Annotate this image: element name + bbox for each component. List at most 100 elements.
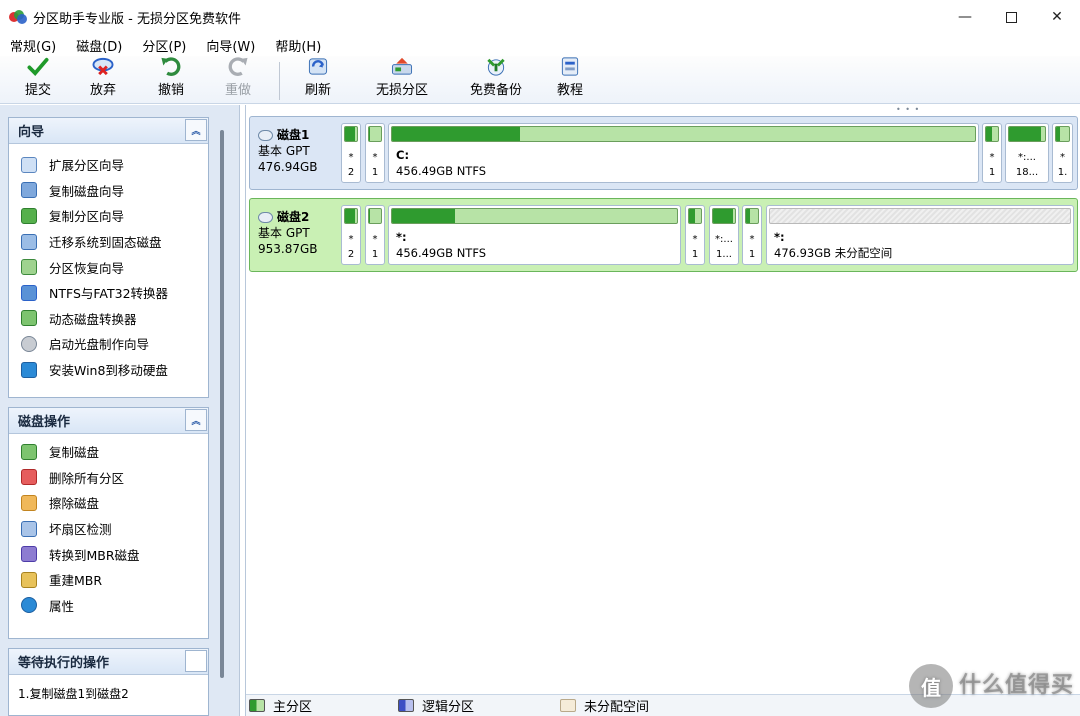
- op-item-label: 删除所有分区: [49, 470, 125, 486]
- maximize-button[interactable]: [988, 0, 1034, 34]
- toolbar-separator: [279, 62, 280, 100]
- close-icon: ✕: [1051, 9, 1063, 25]
- lossless-partition-icon: [391, 57, 413, 75]
- free-backup-label: 免费备份: [469, 83, 522, 98]
- partition-block[interactable]: * 1: [685, 205, 705, 265]
- menu-wizard[interactable]: 向导(W): [196, 36, 265, 55]
- partition-block[interactable]: *: 456.49GB NTFS: [388, 205, 681, 265]
- backup-icon: [487, 58, 505, 76]
- free-backup-button[interactable]: 免费备份: [466, 56, 526, 104]
- lossless-partition-button[interactable]: 无损分区: [372, 56, 432, 104]
- tutorial-button[interactable]: 教程: [552, 56, 588, 104]
- discard-button[interactable]: 放弃: [85, 56, 121, 104]
- commit-label: 提交: [24, 83, 51, 98]
- chevron-up-icon: ︽: [191, 416, 201, 427]
- wizard-extend-partition[interactable]: 扩展分区向导: [9, 152, 208, 178]
- op-item-label: 坏扇区检测: [49, 522, 112, 538]
- partition-block[interactable]: C: 456.49GB NTFS: [388, 123, 979, 183]
- disk-row-2[interactable]: 磁盘2 基本 GPT 953.87GB * 2 * 1 *: 456.49GB NTF…: [249, 198, 1078, 272]
- partition-block[interactable]: * 1: [365, 123, 385, 183]
- collapse-button[interactable]: ︽: [185, 119, 207, 141]
- partition-block[interactable]: * 1.: [1052, 123, 1073, 183]
- menu-partition[interactable]: 分区(P): [132, 36, 196, 55]
- watermark-logo: 值: [908, 664, 953, 708]
- wizard-item-label: 动态磁盘转换器: [49, 311, 137, 327]
- partition-size: 1...: [716, 249, 732, 260]
- wizard-migrate-os[interactable]: 迁移系统到固态磁盘: [9, 229, 208, 255]
- copy-disk-icon: [21, 443, 37, 460]
- used-fill: [986, 127, 992, 141]
- partition-block[interactable]: *: 476.93GB 未分配空间: [766, 205, 1074, 265]
- legend-primary: 主分区: [249, 696, 312, 715]
- collapse-button[interactable]: [185, 650, 207, 672]
- wizard-list: 扩展分区向导 复制磁盘向导 复制分区向导 迁移系统到固态磁盘 分区恢复向导 NT…: [9, 144, 208, 382]
- close-button[interactable]: ✕: [1034, 0, 1080, 34]
- op-rebuild-mbr[interactable]: 重建MBR: [9, 567, 208, 593]
- partition-block[interactable]: * 2: [341, 123, 361, 183]
- unallocated-swatch: [560, 699, 577, 712]
- op-wipe-disk[interactable]: 擦除磁盘: [9, 490, 208, 516]
- bad-sector-icon: [21, 520, 37, 537]
- disk-ops-list: 复制磁盘 删除所有分区 擦除磁盘 坏扇区检测 转换到MBR磁盘 重建MBR 属性: [9, 434, 208, 618]
- wizard-copy-partition[interactable]: 复制分区向导: [9, 203, 208, 229]
- minimize-icon: —: [958, 9, 972, 25]
- op-convert-to-mbr[interactable]: 转换到MBR磁盘: [9, 541, 208, 567]
- legend-unallocated-label: 未分配空间: [584, 700, 650, 715]
- disk-row-1[interactable]: 磁盘1 基本 GPT 476.94GB * 2 * 1 C: 456.49GB NTF…: [249, 116, 1078, 190]
- wizard-partition-recovery[interactable]: 分区恢复向导: [9, 254, 208, 280]
- op-copy-disk[interactable]: 复制磁盘: [9, 439, 208, 465]
- used-fill: [345, 127, 356, 141]
- left-panel-scrollbar[interactable]: [220, 130, 224, 678]
- partition-size: 1: [691, 249, 699, 260]
- app-window: 分区助手专业版 - 无损分区免费软件 — ✕ 常规(G) 磁盘(D) 分区(P)…: [0, 0, 1080, 716]
- used-fill: [746, 209, 750, 223]
- partition-block[interactable]: * 1: [982, 123, 1002, 183]
- op-item-label: 转换到MBR磁盘: [49, 547, 140, 563]
- info-icon: [21, 597, 37, 614]
- partition-block[interactable]: * 1: [365, 205, 385, 265]
- partition-size: 1: [371, 167, 379, 178]
- collapse-button[interactable]: ︽: [185, 409, 207, 431]
- disk-size: 476.94GB: [258, 160, 318, 174]
- op-properties[interactable]: 属性: [9, 593, 208, 619]
- op-item-label: 复制磁盘: [49, 445, 100, 461]
- wizard-section-title: 向导: [18, 125, 45, 140]
- partition-block[interactable]: *:... 18...: [1005, 123, 1049, 183]
- used-fill: [345, 209, 356, 223]
- commit-button[interactable]: 提交: [20, 56, 56, 104]
- menu-disk[interactable]: 磁盘(D): [66, 36, 132, 55]
- op-bad-sector-check[interactable]: 坏扇区检测: [9, 516, 208, 542]
- wizard-dynamic-disk[interactable]: 动态磁盘转换器: [9, 306, 208, 332]
- minimize-button[interactable]: —: [942, 0, 988, 34]
- redo-icon: [228, 57, 248, 76]
- delete-icon: [21, 469, 37, 486]
- partition-block[interactable]: *:... 1...: [709, 205, 739, 265]
- wizard-win8-usb[interactable]: 安装Win8到移动硬盘: [9, 357, 208, 383]
- disk-info: 磁盘2 基本 GPT 953.87GB: [258, 209, 342, 257]
- partition-label: C:: [396, 148, 410, 162]
- used-fill: [392, 209, 455, 223]
- partition-label: *: [348, 152, 354, 163]
- undo-button[interactable]: 撤销: [153, 56, 189, 104]
- wizard-boot-cd[interactable]: 启动光盘制作向导: [9, 331, 208, 357]
- refresh-button[interactable]: 刷新: [300, 56, 336, 104]
- menu-help[interactable]: 帮助(H): [265, 36, 331, 55]
- partition-block[interactable]: * 2: [341, 205, 361, 265]
- wizard-item-label: NTFS与FAT32转换器: [49, 286, 169, 302]
- wizard-item-label: 复制分区向导: [49, 209, 125, 225]
- redo-button[interactable]: 重做: [220, 56, 256, 104]
- pending-ops-section-title: 等待执行的操作: [18, 656, 110, 671]
- disk-type: 基本 GPT: [258, 226, 310, 240]
- legend-primary-label: 主分区: [273, 700, 313, 715]
- watermark-text: 什么值得买: [958, 673, 1074, 698]
- extend-partition-icon: [21, 156, 37, 173]
- splitter-grip[interactable]: • • •: [896, 105, 920, 114]
- convert-arrows-icon: [21, 284, 37, 301]
- wizard-ntfs-fat32[interactable]: NTFS与FAT32转换器: [9, 280, 208, 306]
- menu-general[interactable]: 常规(G): [0, 36, 66, 55]
- partition-block[interactable]: * 1: [742, 205, 762, 265]
- wizard-copy-disk[interactable]: 复制磁盘向导: [9, 178, 208, 204]
- dynamic-disk-icon: [21, 310, 37, 327]
- op-item-label: 擦除磁盘: [49, 496, 100, 512]
- op-delete-all-partitions[interactable]: 删除所有分区: [9, 465, 208, 491]
